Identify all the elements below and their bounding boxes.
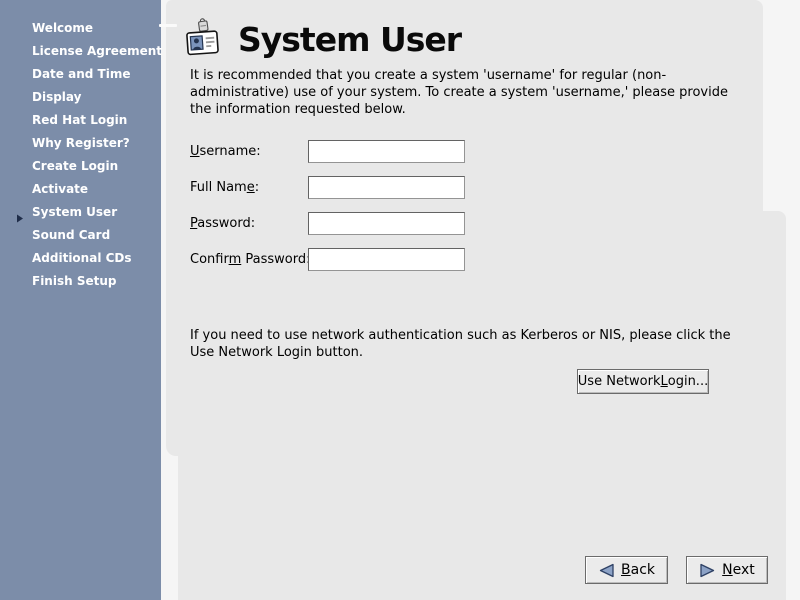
network-auth-line: If you need to use network authenticatio… bbox=[190, 327, 731, 344]
sidebar-item-additional-cds: Additional CDs bbox=[0, 247, 161, 270]
id-badge-icon bbox=[185, 18, 221, 58]
full-name-label: Full Name: bbox=[190, 176, 259, 199]
intro-line: administrative) use of your system. To c… bbox=[190, 84, 728, 101]
username-input[interactable] bbox=[308, 140, 465, 163]
wizard-step-sidebar: Welcome License Agreement Date and Time … bbox=[0, 0, 161, 600]
sidebar-item-create-login: Create Login bbox=[0, 155, 161, 178]
confirm-password-label: Confirm Password: bbox=[190, 248, 310, 271]
confirm-password-input[interactable] bbox=[308, 248, 465, 271]
back-button[interactable]: Back bbox=[585, 556, 668, 584]
use-network-login-button[interactable]: Use Network Login... bbox=[577, 369, 709, 394]
sidebar-connector-line bbox=[159, 24, 177, 27]
network-auth-line: Use Network Login button. bbox=[190, 344, 731, 361]
sidebar-item-red-hat-login: Red Hat Login bbox=[0, 109, 161, 132]
sidebar-item-sound-card: Sound Card bbox=[0, 224, 161, 247]
password-input[interactable] bbox=[308, 212, 465, 235]
sidebar-item-system-user: System User bbox=[0, 201, 161, 224]
intro-line: the information requested below. bbox=[190, 101, 728, 118]
full-name-input[interactable] bbox=[308, 176, 465, 199]
back-arrow-icon bbox=[598, 563, 615, 578]
next-arrow-icon bbox=[699, 563, 716, 578]
current-step-arrow-icon bbox=[16, 208, 24, 217]
sidebar-item-date-and-time: Date and Time bbox=[0, 63, 161, 86]
wizard-step-list: Welcome License Agreement Date and Time … bbox=[0, 0, 161, 293]
sidebar-item-license-agreement: License Agreement bbox=[0, 40, 161, 63]
sidebar-item-why-register: Why Register? bbox=[0, 132, 161, 155]
sidebar-item-finish-setup: Finish Setup bbox=[0, 270, 161, 293]
firstboot-window: Welcome License Agreement Date and Time … bbox=[0, 0, 800, 600]
intro-line: It is recommended that you create a syst… bbox=[190, 67, 728, 84]
sidebar-item-display: Display bbox=[0, 86, 161, 109]
page-title: System User bbox=[238, 20, 461, 59]
username-label: Username: bbox=[190, 140, 261, 163]
sidebar-item-label: System User bbox=[32, 205, 117, 219]
password-label: Password: bbox=[190, 212, 255, 235]
sidebar-item-welcome: Welcome bbox=[0, 17, 161, 40]
intro-text: It is recommended that you create a syst… bbox=[190, 67, 728, 118]
sidebar-item-activate: Activate bbox=[0, 178, 161, 201]
next-button[interactable]: Next bbox=[686, 556, 768, 584]
network-auth-text: If you need to use network authenticatio… bbox=[190, 327, 731, 361]
